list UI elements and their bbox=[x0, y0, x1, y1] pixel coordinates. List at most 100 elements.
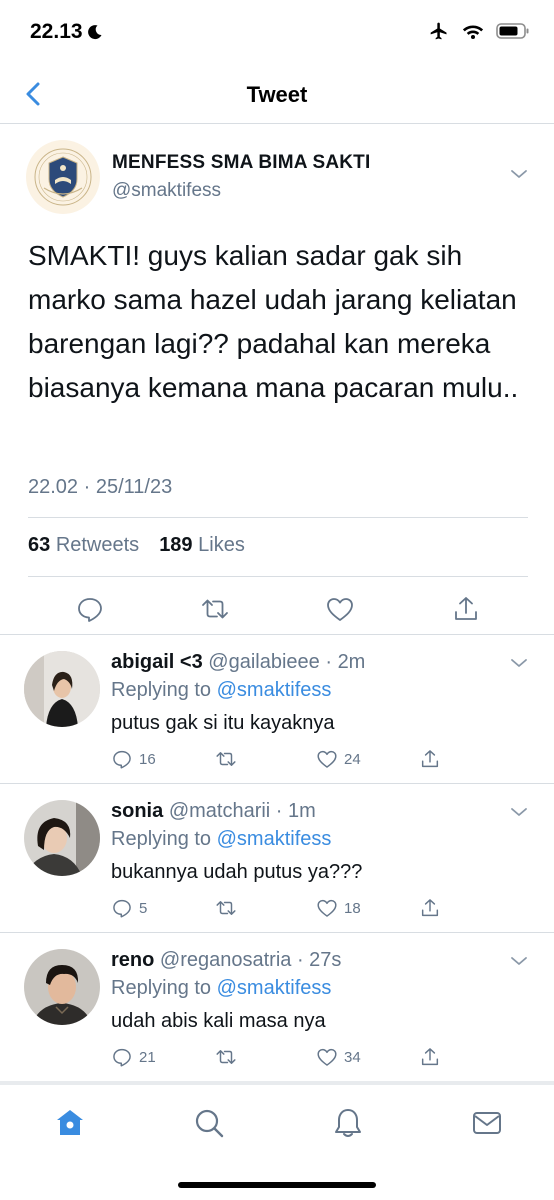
reply-actions: 5 18 bbox=[111, 897, 531, 923]
share-button[interactable] bbox=[419, 1046, 441, 1068]
retweet-icon bbox=[216, 901, 236, 915]
retweet-icon bbox=[216, 752, 236, 766]
wifi-icon bbox=[462, 25, 484, 39]
reply-author-handle[interactable]: @reganosatria bbox=[160, 949, 291, 971]
share-icon bbox=[421, 1048, 439, 1066]
avatar-photo bbox=[24, 651, 100, 727]
reply-header: abigail <3 @gailabieee · 2m bbox=[111, 651, 366, 673]
share-icon bbox=[421, 899, 439, 917]
like-count: 24 bbox=[344, 750, 361, 768]
replying-to: Replying to @smaktifess bbox=[111, 679, 331, 702]
reply-author-name[interactable]: abigail <3 bbox=[111, 651, 203, 673]
retweets-label: Retweets bbox=[55, 534, 140, 556]
school-logo bbox=[34, 148, 92, 206]
like-button[interactable]: 34 bbox=[316, 1046, 361, 1068]
reply-count: 5 bbox=[139, 899, 148, 917]
status-bar: 22.13 bbox=[0, 0, 554, 62]
like-count: 18 bbox=[344, 899, 361, 917]
avatar[interactable] bbox=[26, 140, 100, 214]
replying-to: Replying to @smaktifess bbox=[111, 828, 331, 851]
reply-icon bbox=[113, 1048, 131, 1067]
reply-text: udah abis kali masa nya bbox=[111, 1010, 326, 1032]
likes-count: 189 bbox=[159, 534, 193, 556]
like-icon[interactable] bbox=[325, 594, 355, 624]
reply-age: 2m bbox=[337, 651, 366, 673]
battery-icon bbox=[496, 23, 529, 39]
reply-author-handle[interactable]: @matcharii bbox=[169, 800, 270, 822]
likes-label: Likes bbox=[198, 534, 245, 556]
retweet-button[interactable] bbox=[214, 897, 244, 919]
home-indicator bbox=[178, 1182, 376, 1188]
tweet-text: SMAKTI! guys kalian sadar gak sih marko … bbox=[28, 240, 519, 403]
home-icon[interactable] bbox=[54, 1107, 86, 1139]
reply-author-name[interactable]: reno bbox=[111, 949, 154, 971]
avatar-photo bbox=[24, 800, 100, 876]
avatar-photo bbox=[24, 949, 100, 1025]
notifications-icon[interactable] bbox=[332, 1107, 364, 1139]
reply-age: 27s bbox=[309, 949, 342, 971]
replying-to-mention[interactable]: @smaktifess bbox=[217, 828, 332, 850]
chevron-down-icon[interactable] bbox=[510, 955, 528, 967]
retweet-button[interactable] bbox=[214, 748, 244, 770]
reply-button[interactable]: 5 bbox=[111, 897, 147, 919]
like-icon bbox=[317, 899, 337, 917]
reply-header: sonia @matcharii · 1m bbox=[111, 800, 316, 822]
replying-to-mention[interactable]: @smaktifess bbox=[217, 977, 332, 999]
status-icons bbox=[428, 21, 530, 41]
status-time-text: 22.13 bbox=[30, 20, 83, 43]
reply-count: 21 bbox=[139, 1048, 156, 1066]
tweet-timestamp: 22.02 · 25/11/23 bbox=[28, 476, 173, 498]
reply-icon bbox=[113, 899, 131, 918]
share-icon bbox=[421, 750, 439, 768]
replying-to-prefix: Replying to bbox=[111, 679, 212, 701]
divider bbox=[28, 517, 528, 518]
like-icon bbox=[317, 750, 337, 768]
reply-actions: 21 34 bbox=[111, 1046, 531, 1072]
share-button[interactable] bbox=[419, 748, 441, 770]
search-icon[interactable] bbox=[193, 1107, 225, 1139]
reply-item[interactable]: abigail <3 @gailabieee · 2m Replying to … bbox=[0, 635, 554, 783]
avatar[interactable] bbox=[24, 949, 100, 1025]
nav-bar: Tweet bbox=[0, 62, 554, 124]
page-title: Tweet bbox=[246, 82, 308, 107]
author-name[interactable]: MENFESS SMA BIMA SAKTI bbox=[112, 152, 370, 174]
reply-item[interactable]: sonia @matcharii · 1m Replying to @smakt… bbox=[0, 784, 554, 932]
chevron-down-icon[interactable] bbox=[510, 806, 528, 818]
author-handle[interactable]: @smaktifess bbox=[112, 180, 221, 202]
like-button[interactable]: 24 bbox=[316, 748, 361, 770]
divider bbox=[28, 576, 528, 577]
replying-to-prefix: Replying to bbox=[111, 828, 212, 850]
retweet-icon[interactable] bbox=[200, 594, 230, 624]
replying-to-prefix: Replying to bbox=[111, 977, 212, 999]
reply-text: bukannya udah putus ya??? bbox=[111, 861, 363, 883]
reply-icon bbox=[113, 750, 131, 769]
reply-actions: 16 24 bbox=[111, 748, 531, 774]
retweet-button[interactable] bbox=[214, 1046, 244, 1068]
share-icon[interactable] bbox=[451, 594, 481, 624]
avatar[interactable] bbox=[24, 800, 100, 876]
likes-stat[interactable]: 189 Likes bbox=[159, 534, 245, 557]
chevron-down-icon[interactable] bbox=[510, 657, 528, 669]
like-button[interactable]: 18 bbox=[316, 897, 361, 919]
reply-author-handle[interactable]: @gailabieee bbox=[208, 651, 320, 673]
tweet-stats: 63 Retweets 189 Likes bbox=[28, 534, 245, 557]
status-time: 22.13 bbox=[30, 20, 103, 44]
reply-text: putus gak si itu kayaknya bbox=[111, 712, 335, 734]
retweets-count: 63 bbox=[28, 534, 51, 556]
retweets-stat[interactable]: 63 Retweets bbox=[28, 534, 139, 557]
reply-age: 1m bbox=[288, 800, 316, 822]
reply-author-name[interactable]: sonia bbox=[111, 800, 163, 822]
reply-count: 16 bbox=[139, 750, 156, 768]
messages-icon[interactable] bbox=[471, 1107, 503, 1139]
reply-item[interactable]: reno @reganosatria · 27s Replying to @sm… bbox=[0, 933, 554, 1081]
airplane-icon bbox=[430, 22, 447, 40]
replying-to: Replying to @smaktifess bbox=[111, 977, 331, 1000]
reply-button[interactable]: 21 bbox=[111, 1046, 156, 1068]
replying-to-mention[interactable]: @smaktifess bbox=[217, 679, 332, 701]
avatar[interactable] bbox=[24, 651, 100, 727]
chevron-down-icon[interactable] bbox=[510, 168, 528, 180]
reply-icon[interactable] bbox=[75, 594, 105, 624]
retweet-icon bbox=[216, 1050, 236, 1064]
share-button[interactable] bbox=[419, 897, 441, 919]
reply-button[interactable]: 16 bbox=[111, 748, 156, 770]
